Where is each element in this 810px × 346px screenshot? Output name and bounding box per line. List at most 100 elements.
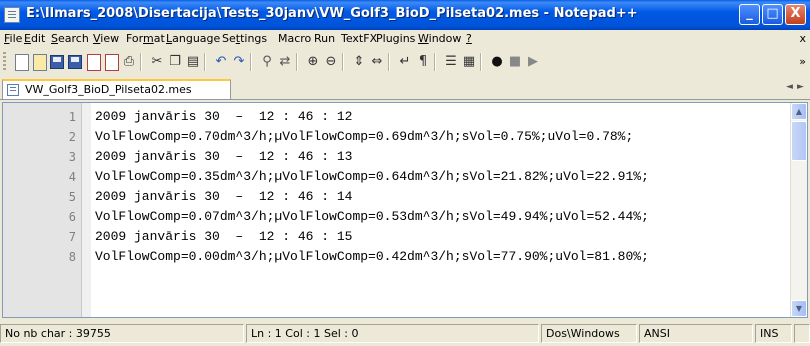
status-bar: No nb char : 39755 Ln : 1 Col : 1 Sel : … (0, 322, 810, 346)
menu-textfx[interactable]: TextFX (341, 32, 377, 45)
tab-scroll-right-button[interactable]: ► (797, 82, 804, 92)
tab-document[interactable]: VW_Golf3_BioD_Pilseta02.mes (2, 79, 231, 99)
stop-macro-button[interactable]: ■ (506, 53, 524, 71)
vertical-scrollbar[interactable]: ▲ ▼ (790, 103, 807, 317)
save-icon (50, 55, 64, 69)
line-text[interactable]: VolFlowComp=0.35dm^3/h;µVolFlowComp=0.64… (95, 167, 649, 187)
replace-icon: ⇄ (279, 54, 291, 69)
zoom-out-button[interactable]: ⊖ (322, 53, 340, 71)
line-text[interactable]: 2009 janvāris 30 – 12 : 46 : 14 (95, 187, 352, 207)
tab-label: VW_Golf3_BioD_Pilseta02.mes (25, 83, 192, 96)
menu-format[interactable]: Format (126, 32, 165, 45)
record-macro-button[interactable]: ● (488, 53, 506, 71)
indent-guide-icon: ☰ (445, 54, 457, 69)
editor-line[interactable]: 4 VolFlowComp=0.35dm^3/h;µVolFlowComp=0.6… (3, 167, 807, 187)
editor-line[interactable]: 6 VolFlowComp=0.07dm^3/h;µVolFlowComp=0.5… (3, 207, 807, 227)
menu-search[interactable]: Search (51, 32, 89, 45)
toolbar-separator (480, 53, 481, 71)
maximize-button[interactable]: □ (762, 4, 783, 25)
menu-file[interactable]: File (4, 32, 22, 45)
find-button[interactable]: ⚲ (258, 53, 276, 71)
record-macro-icon: ● (491, 54, 503, 69)
editor-line[interactable]: 3 2009 janvāris 30 – 12 : 46 : 13 (3, 147, 807, 167)
play-macro-button[interactable]: ▶ (524, 53, 542, 71)
toolbar-separator (388, 53, 389, 71)
save-button[interactable] (48, 53, 66, 71)
menu-window[interactable]: Window (418, 32, 461, 45)
word-wrap-icon: ↵ (399, 54, 411, 69)
find-icon: ⚲ (262, 54, 272, 69)
close-button[interactable] (84, 53, 102, 71)
document-tab-strip: VW_Golf3_BioD_Pilseta02.mes ◄ ► (0, 77, 810, 100)
line-number: 7 (68, 230, 76, 244)
line-text[interactable]: 2009 janvāris 30 – 12 : 46 : 13 (95, 147, 352, 167)
menu-edit[interactable]: Edit (24, 32, 45, 45)
resize-grip[interactable] (794, 324, 810, 343)
open-file-button[interactable] (30, 53, 48, 71)
menu-help[interactable]: ? (466, 32, 472, 45)
menu-plugins[interactable]: Plugins (376, 32, 415, 45)
editor-line[interactable]: 2 VolFlowComp=0.70dm^3/h;µVolFlowComp=0.6… (3, 127, 807, 147)
cursor-position-status: Ln : 1 Col : 1 Sel : 0 (246, 324, 539, 343)
new-file-button[interactable] (12, 53, 30, 71)
close-icon (87, 54, 101, 71)
toolbar-separator (296, 53, 297, 71)
scroll-down-button[interactable]: ▼ (791, 300, 807, 317)
play-macro-icon: ▶ (528, 54, 538, 69)
undo-button[interactable]: ↶ (212, 53, 230, 71)
menu-run[interactable]: Run (314, 32, 335, 45)
text-editor[interactable]: 1 2009 janvāris 30 – 12 : 46 : 12 2 VolFlow… (2, 102, 808, 318)
show-all-chars-button[interactable]: ¶ (414, 53, 432, 71)
redo-button[interactable]: ↷ (230, 53, 248, 71)
scrollbar-thumb[interactable] (791, 121, 807, 161)
title-bar[interactable]: E:\Ilmars_2008\Disertacija\Tests_30janv\… (0, 0, 810, 30)
toolbar-separator (204, 53, 205, 71)
copy-button[interactable]: ❐ (166, 53, 184, 71)
cut-button[interactable]: ✂ (148, 53, 166, 71)
word-wrap-button[interactable]: ↵ (396, 53, 414, 71)
editor-line[interactable]: 7 2009 janvāris 30 – 12 : 46 : 15 (3, 227, 807, 247)
sync-horizontal-icon: ⇔ (371, 54, 383, 69)
print-icon: ⎙ (123, 54, 135, 69)
line-text[interactable]: 2009 janvāris 30 – 12 : 46 : 15 (95, 227, 352, 247)
line-text[interactable]: 2009 janvāris 30 – 12 : 46 : 12 (95, 107, 352, 127)
copy-icon: ❐ (169, 54, 181, 69)
close-all-button[interactable] (102, 53, 120, 71)
line-number: 1 (68, 110, 76, 124)
save-all-button[interactable] (66, 53, 84, 71)
paste-button[interactable]: ▤ (184, 53, 202, 71)
menu-settings[interactable]: Settings (222, 32, 267, 45)
editor-line[interactable]: 5 2009 janvāris 30 – 12 : 46 : 14 (3, 187, 807, 207)
paste-icon: ▤ (186, 54, 200, 69)
minimize-button[interactable]: _ (739, 4, 760, 25)
menu-close-document[interactable]: x (799, 32, 806, 45)
notepad-app-icon[interactable] (4, 7, 20, 23)
toolbar-overflow-button[interactable]: » (799, 55, 806, 68)
cut-icon: ✂ (151, 54, 163, 69)
redo-icon: ↷ (233, 54, 245, 69)
line-text[interactable]: VolFlowComp=0.07dm^3/h;µVolFlowComp=0.53… (95, 207, 649, 227)
line-text[interactable]: VolFlowComp=0.70dm^3/h;µVolFlowComp=0.69… (95, 127, 633, 147)
sync-vertical-icon: ⇕ (353, 54, 365, 69)
menu-language[interactable]: Language (166, 32, 220, 45)
zoom-in-button[interactable]: ⊕ (304, 53, 322, 71)
replace-button[interactable]: ⇄ (276, 53, 294, 71)
user-lang-button[interactable]: ▦ (460, 53, 478, 71)
sync-horizontal-button[interactable]: ⇔ (368, 53, 386, 71)
close-window-button[interactable]: X (785, 4, 806, 25)
line-text[interactable]: VolFlowComp=0.00dm^3/h;µVolFlowComp=0.42… (95, 247, 649, 267)
indent-guide-button[interactable]: ☰ (442, 53, 460, 71)
menu-view[interactable]: View (93, 32, 119, 45)
line-number: 8 (68, 250, 76, 264)
print-button[interactable]: ⎙ (120, 53, 138, 71)
scroll-up-button[interactable]: ▲ (791, 103, 807, 120)
editor-line[interactable]: 1 2009 janvāris 30 – 12 : 46 : 12 (3, 107, 807, 127)
toolbar-grip[interactable] (3, 52, 6, 72)
eol-format-status: Dos\Windows (541, 324, 637, 343)
open-file-icon (33, 54, 47, 71)
sync-vertical-button[interactable]: ⇕ (350, 53, 368, 71)
menu-macro[interactable]: Macro (278, 32, 311, 45)
tab-scroll-left-button[interactable]: ◄ (786, 82, 793, 92)
line-number: 2 (68, 130, 76, 144)
editor-line[interactable]: 8 VolFlowComp=0.00dm^3/h;µVolFlowComp=0.4… (3, 247, 807, 267)
